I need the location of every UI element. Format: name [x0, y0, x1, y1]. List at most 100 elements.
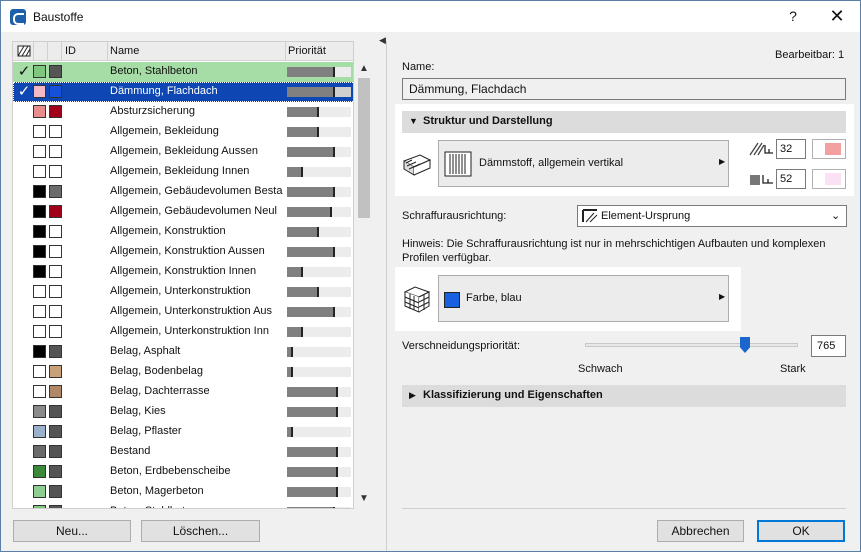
list-item-name: Beton, Magerbeton [110, 485, 204, 497]
hatch-swatch [33, 125, 46, 138]
list-item[interactable]: Belag, Dachterrasse [13, 382, 353, 402]
list-item[interactable]: Allgemein, Gebäudevolumen Neul [13, 202, 353, 222]
scroll-thumb[interactable] [358, 78, 370, 218]
cut-fill-name: Dämmstoff, allgemein vertikal [479, 157, 624, 169]
vertical-insulation-icon [444, 151, 472, 177]
hatch-column-icon[interactable] [17, 45, 31, 57]
intersection-priority-slider[interactable] [585, 343, 798, 347]
hatch-swatch [33, 465, 46, 478]
list-item[interactable]: Bestand [13, 442, 353, 462]
hatch-swatch [33, 65, 46, 78]
list-item[interactable]: ✓ Beton, Stahlbeton [13, 62, 353, 82]
column-header-name[interactable]: Name [110, 45, 139, 57]
help-button[interactable]: ? [771, 1, 815, 32]
priority-bar [287, 307, 351, 317]
list-item[interactable]: Allgemein, Konstruktion Innen [13, 262, 353, 282]
name-label: Name: [402, 61, 435, 73]
list-item-name: Absturzsicherung [110, 105, 195, 117]
priority-fill [287, 467, 338, 477]
list-item-name: Allgemein, Unterkonstruktion Inn [110, 325, 269, 337]
hatch-swatch [33, 425, 46, 438]
priority-fill [287, 107, 319, 117]
collapse-panel-icon[interactable]: ◀ [379, 35, 389, 45]
hatch-orientation-label: Schraffurausrichtung: [402, 210, 507, 222]
ok-button[interactable]: OK [757, 520, 845, 542]
hatch-swatch [33, 225, 46, 238]
intersection-priority-label: Verschneidungspriorität: [402, 340, 521, 352]
surface-picker[interactable]: Farbe, blau ▶ [438, 275, 729, 322]
priority-fill [287, 347, 293, 357]
header-separator [47, 42, 48, 61]
close-button[interactable]: ✕ [815, 1, 859, 32]
intersection-priority-input[interactable]: 765 [811, 335, 846, 357]
list-item[interactable]: Beton, Magerbeton [13, 482, 353, 502]
slider-thumb[interactable] [740, 337, 750, 353]
surface-swatch [49, 485, 62, 498]
list-item[interactable]: Allgemein, Bekleidung [13, 122, 353, 142]
foreground-color-chip[interactable] [812, 139, 846, 159]
priority-bar [287, 327, 351, 337]
list-item-name: Beton, Stahlbeton [110, 505, 286, 508]
list-scrollbar[interactable]: ▲ ▼ [356, 61, 372, 509]
list-item[interactable]: Allgemein, Bekleidung Aussen [13, 142, 353, 162]
list-item-name: Allgemein, Bekleidung Innen [110, 165, 250, 177]
list-item-name: Dämmung, Flachdach [110, 85, 218, 97]
priority-fill [287, 187, 335, 197]
scroll-down-icon[interactable]: ▼ [356, 491, 372, 507]
list-item[interactable]: Absturzsicherung [13, 102, 353, 122]
list-item[interactable]: Belag, Bodenbelag [13, 362, 353, 382]
panel-divider [386, 41, 387, 551]
cut-fill-picker[interactable]: Dämmstoff, allgemein vertikal ▶ [438, 140, 729, 187]
list-item[interactable]: Allgemein, Konstruktion [13, 222, 353, 242]
list-item[interactable]: Allgemein, Gebäudevolumen Besta [13, 182, 353, 202]
section-classification-header[interactable]: ▶ Klassifizierung und Eigenschaften [402, 385, 846, 407]
priority-bar [287, 247, 351, 257]
list-item-name: Belag, Pflaster [110, 425, 182, 437]
hatch-swatch [33, 205, 46, 218]
priority-fill [287, 327, 303, 337]
surface-swatch [49, 385, 62, 398]
priority-fill [287, 87, 335, 97]
surface-swatch [49, 305, 62, 318]
surface-swatch [49, 445, 62, 458]
list-header: ID Name Priorität [13, 42, 353, 61]
delete-button[interactable]: Löschen... [141, 520, 260, 542]
priority-bar [287, 267, 351, 277]
column-header-priority[interactable]: Priorität [288, 45, 326, 57]
background-pen-input[interactable]: 52 [776, 169, 806, 189]
list-item[interactable]: Beton, Stahlbeton [13, 502, 353, 508]
list-item-name: Allgemein, Gebäudevolumen Neul [110, 205, 277, 217]
surface-swatch [49, 165, 62, 178]
priority-bar [287, 127, 351, 137]
list-item[interactable]: Allgemein, Unterkonstruktion [13, 282, 353, 302]
list-item[interactable]: Allgemein, Unterkonstruktion Inn [13, 322, 353, 342]
list-item[interactable]: ✓ Dämmung, Flachdach [13, 82, 353, 102]
hatch-swatch [33, 345, 46, 358]
cancel-button[interactable]: Abbrechen [657, 520, 744, 542]
new-button[interactable]: Neu... [13, 520, 131, 542]
list-item-name: Allgemein, Gebäudevolumen Besta [110, 185, 283, 197]
list-item-name: Belag, Dachterrasse [110, 385, 210, 397]
list-item[interactable]: Allgemein, Unterkonstruktion Aus [13, 302, 353, 322]
foreground-pen-icon [749, 142, 773, 156]
list-item[interactable]: Belag, Kies [13, 402, 353, 422]
priority-bar [287, 107, 351, 117]
surface-swatch [49, 405, 62, 418]
scroll-up-icon[interactable]: ▲ [356, 61, 372, 77]
surface-swatch [49, 225, 62, 238]
column-header-id[interactable]: ID [65, 45, 76, 57]
list-item[interactable]: Beton, Erdbebenscheibe [13, 462, 353, 482]
hatch-orientation-dropdown[interactable]: Element-Ursprung ⌄ [577, 205, 847, 227]
list-item[interactable]: Belag, Pflaster [13, 422, 353, 442]
background-color-chip[interactable] [812, 169, 846, 189]
name-field[interactable]: Dämmung, Flachdach [402, 78, 846, 100]
list-item[interactable]: Allgemein, Bekleidung Innen [13, 162, 353, 182]
list-item[interactable]: Belag, Asphalt [13, 342, 353, 362]
surface-swatch [49, 265, 62, 278]
list-item[interactable]: Allgemein, Konstruktion Aussen [13, 242, 353, 262]
priority-fill [287, 227, 319, 237]
hatch-swatch [33, 145, 46, 158]
section-structure-header[interactable]: ▼ Struktur und Darstellung [402, 111, 846, 133]
foreground-pen-input[interactable]: 32 [776, 139, 806, 159]
section-classification-title: Klassifizierung und Eigenschaften [423, 389, 603, 401]
